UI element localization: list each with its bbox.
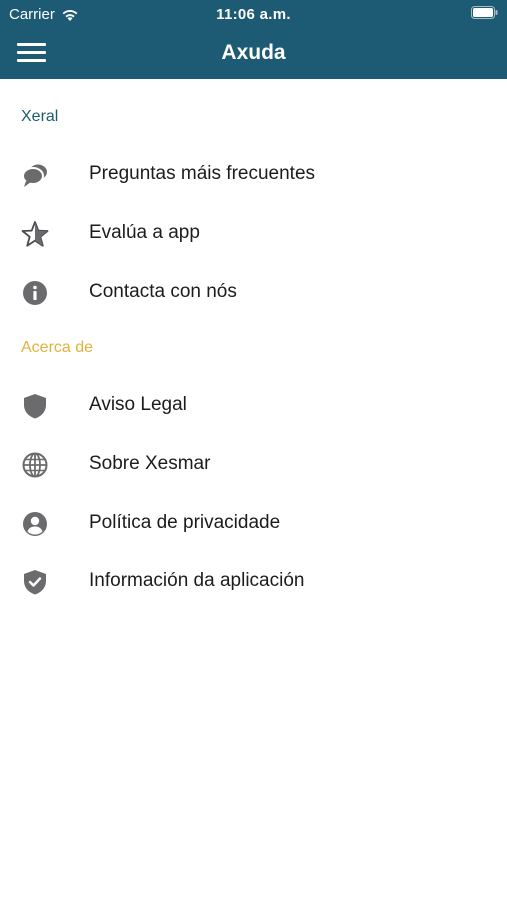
user-circle-icon — [23, 512, 47, 536]
shield-check-icon — [24, 570, 46, 595]
info-icon — [23, 281, 47, 305]
chat-bubbles-icon — [22, 164, 47, 187]
battery-icon — [471, 6, 498, 19]
menu-item-about-xesmar[interactable]: Sobre Xesmar — [0, 439, 507, 489]
star-outline-icon — [21, 221, 49, 247]
menu-item-label: Contacta con nós — [89, 281, 237, 302]
menu-item-label: Aviso Legal — [89, 394, 187, 415]
app-header: Carrier 11:06 a.m. Axuda — [0, 0, 507, 79]
globe-icon — [22, 452, 48, 478]
menu-item-label: Sobre Xesmar — [89, 453, 211, 474]
shield-icon — [24, 394, 46, 419]
menu-item-legal-notice[interactable]: Aviso Legal — [0, 380, 507, 430]
menu-item-label: Información da aplicación — [89, 570, 305, 591]
menu-item-contact[interactable]: Contacta con nós — [0, 267, 507, 317]
menu-item-label: Preguntas máis frecuentes — [89, 163, 316, 184]
menu-item-faq[interactable]: Preguntas máis frecuentes — [0, 149, 507, 199]
navigation-bar: Axuda — [0, 28, 507, 79]
menu-item-privacy-policy[interactable]: Política de privacidade — [0, 498, 507, 548]
section-header-general: Xeral — [21, 108, 59, 125]
menu-item-label: Política de privacidade — [89, 512, 281, 533]
status-time: 11:06 a.m. — [216, 6, 291, 23]
section-header-about: Acerca de — [21, 339, 94, 356]
menu-item-rate-app[interactable]: Evalúa a app — [0, 208, 507, 258]
menu-item-label: Evalúa a app — [89, 222, 200, 243]
page-title: Axuda — [221, 41, 286, 64]
menu-item-app-info[interactable]: Información da aplicación — [0, 556, 507, 606]
status-bar: Carrier 11:06 a.m. — [0, 0, 507, 28]
